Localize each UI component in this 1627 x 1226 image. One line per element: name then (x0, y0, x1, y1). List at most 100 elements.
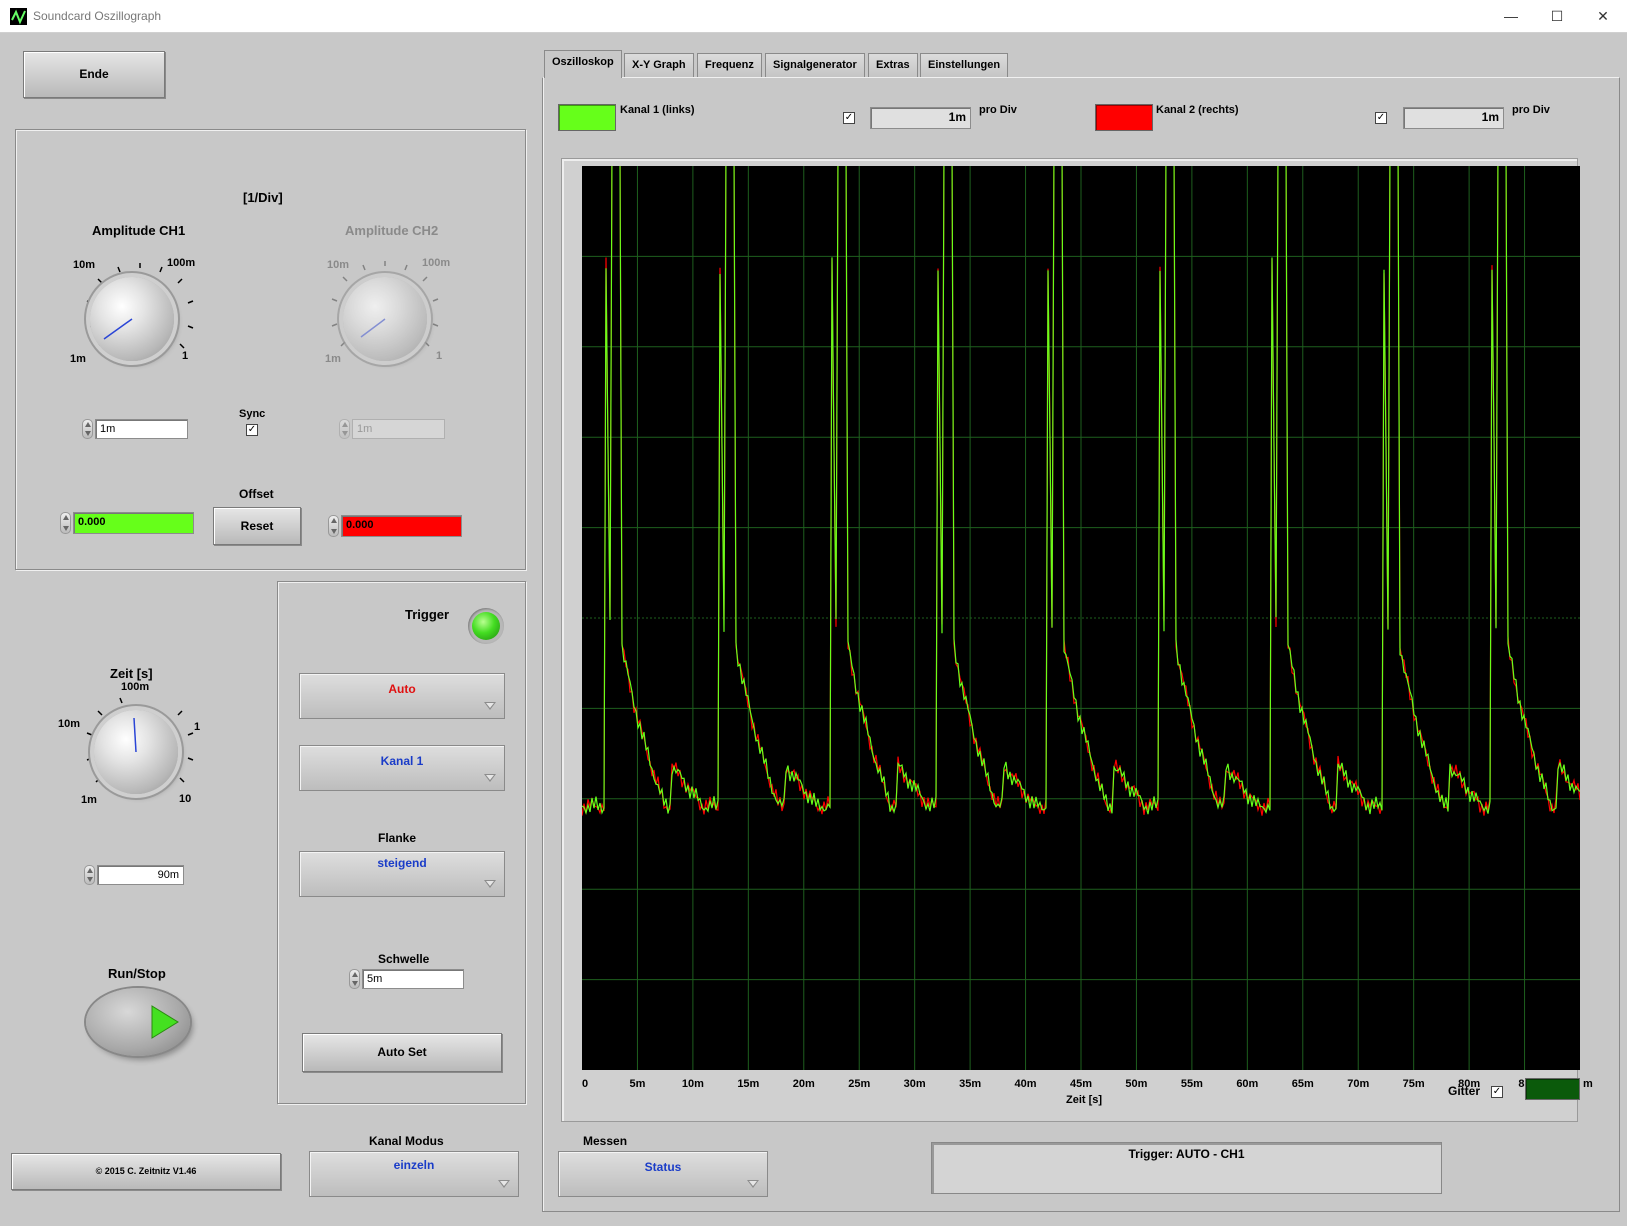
chevron-down-icon (747, 1180, 759, 1188)
ch2-per-div-label: pro Div (1512, 104, 1550, 116)
amp-ch2-tick-max: 1 (436, 350, 443, 362)
run-stop-button[interactable] (86, 988, 190, 1056)
time-control[interactable]: 90m (84, 865, 184, 885)
x-axis-tail-unit: m (1583, 1078, 1593, 1090)
title-bar: Soundcard Oszillograph — ☐ ✕ (0, 0, 1627, 33)
flanke-label: Flanke (378, 831, 417, 845)
ch2-color-swatch[interactable] (1095, 104, 1153, 131)
amp-ch1-tick-max: 1 (182, 350, 189, 362)
flanke-select[interactable]: steigend (299, 851, 505, 897)
amp-ch1-control[interactable]: 1m (82, 419, 188, 439)
x-tick-label: 60m (1236, 1078, 1259, 1090)
chevron-down-icon (484, 880, 496, 888)
trigger-led-frame (468, 608, 504, 644)
messen-select[interactable]: Status (558, 1151, 768, 1197)
amp-ch2-tick-10m: 10m (327, 259, 350, 271)
tab-frequenz[interactable]: Frequenz (697, 53, 762, 77)
maximize-icon[interactable]: ☐ (1534, 0, 1580, 33)
tab-einstellungen[interactable]: Einstellungen (920, 53, 1009, 77)
offset-ch1-value[interactable]: 0.000 (73, 512, 194, 534)
ch2-enable-checkbox[interactable]: ✓ (1375, 112, 1387, 124)
x-tick-label: 40m (1014, 1078, 1037, 1090)
offset-label: Offset (239, 487, 274, 501)
tab-signalgenerator[interactable]: Signalgenerator (765, 53, 865, 77)
x-tick-label: 45m (1069, 1078, 1093, 1090)
x-tick-label: 75m (1402, 1078, 1425, 1090)
ch2-per-div-value[interactable]: 1m (1403, 107, 1504, 129)
auto-set-button[interactable]: Auto Set (302, 1033, 502, 1072)
chevron-down-icon (484, 774, 496, 782)
time-value[interactable]: 90m (97, 865, 184, 885)
trigger-title: Trigger (405, 607, 450, 622)
kanal-modus-select[interactable]: einzeln (309, 1151, 519, 1197)
amp-ch1-value[interactable]: 1m (95, 419, 188, 439)
trigger-channel-value: Kanal 1 (380, 754, 424, 768)
ch1-per-div-label: pro Div (979, 104, 1017, 116)
x-tick-label: 30m (903, 1078, 926, 1090)
ch1-enable-checkbox[interactable]: ✓ (843, 112, 855, 124)
trigger-mode-value: Auto (388, 682, 416, 696)
status-display: Trigger: AUTO - CH1 (931, 1142, 1442, 1194)
amp-ch1-spinner[interactable] (82, 419, 93, 439)
x-tick-label: 0 (582, 1078, 589, 1090)
amp-ch2-title: Amplitude CH2 (345, 223, 439, 238)
amp-ch1-knob[interactable] (90, 277, 174, 361)
sync-checkbox[interactable]: ✓ (246, 424, 258, 436)
messen-value: Status (644, 1160, 682, 1174)
minimize-icon[interactable]: — (1488, 0, 1534, 33)
messen-label: Messen (583, 1134, 628, 1148)
close-icon[interactable]: ✕ (1580, 0, 1626, 33)
kanal-modus-label: Kanal Modus (369, 1134, 444, 1148)
reset-button[interactable]: Reset (213, 507, 301, 545)
amp-ch1-tick-min: 1m (70, 353, 86, 365)
schwelle-spinner[interactable] (349, 969, 360, 989)
time-knob[interactable] (94, 710, 178, 794)
x-tick-label: 35m (959, 1078, 982, 1090)
plot-area[interactable] (581, 143, 1581, 1070)
ch1-per-div-value[interactable]: 1m (870, 107, 971, 129)
gitter-label: Gitter (1448, 1084, 1481, 1098)
run-stop-label: Run/Stop (108, 966, 166, 981)
app-icon (10, 8, 27, 25)
offset-ch2-spinner[interactable] (328, 515, 339, 537)
amp-ch2-value: 1m (352, 419, 445, 439)
units-label: [1/Div] (243, 190, 283, 205)
chevron-down-icon (484, 702, 496, 710)
tab-xy-graph[interactable]: X-Y Graph (624, 53, 694, 77)
amp-ch2-knob (343, 277, 427, 361)
ch1-color-swatch[interactable] (558, 104, 616, 131)
trigger-channel-select[interactable]: Kanal 1 (299, 745, 505, 791)
oscilloscope-plot (581, 143, 1581, 1070)
tab-extras[interactable]: Extras (868, 53, 918, 77)
offset-ch2-control[interactable]: 0.000 (328, 515, 462, 537)
grid-color-swatch[interactable] (1525, 1078, 1580, 1100)
sync-label: Sync (239, 408, 266, 420)
amp-ch1-tick-10m: 10m (73, 259, 96, 271)
tab-oszilloskop[interactable]: Oszilloskop (544, 50, 622, 78)
offset-ch1-control[interactable]: 0.000 (60, 512, 194, 534)
trigger-mode-select[interactable]: Auto (299, 673, 505, 719)
amp-ch2-spinner (339, 419, 350, 439)
gitter-checkbox[interactable]: ✓ (1491, 1086, 1503, 1098)
chevron-down-icon (498, 1180, 510, 1188)
amp-ch1-title: Amplitude CH1 (92, 223, 186, 238)
end-button[interactable]: Ende (23, 51, 165, 98)
trigger-led-icon (472, 612, 500, 640)
x-tick-label: 65m (1291, 1078, 1314, 1090)
amp-ch1-tick-100m: 100m (167, 257, 196, 269)
schwelle-value[interactable]: 5m (362, 969, 464, 989)
amp-ch2-control: 1m (339, 419, 445, 439)
ch2-label: Kanal 2 (rechts) (1156, 104, 1239, 116)
schwelle-control[interactable]: 5m (349, 969, 464, 989)
window-title: Soundcard Oszillograph (33, 9, 162, 23)
x-tick-label: 5m (629, 1078, 646, 1090)
play-icon (151, 1005, 179, 1039)
x-tick-label: 15m (737, 1078, 760, 1090)
x-tick-label: 25m (848, 1078, 871, 1090)
x-tick-label: 70m (1347, 1078, 1370, 1090)
time-spinner[interactable] (84, 865, 95, 885)
x-tick-label: 20m (792, 1078, 815, 1090)
offset-ch1-spinner[interactable] (60, 512, 71, 534)
offset-ch2-value[interactable]: 0.000 (341, 515, 462, 537)
amp-ch2-tick-100m: 100m (422, 257, 451, 269)
